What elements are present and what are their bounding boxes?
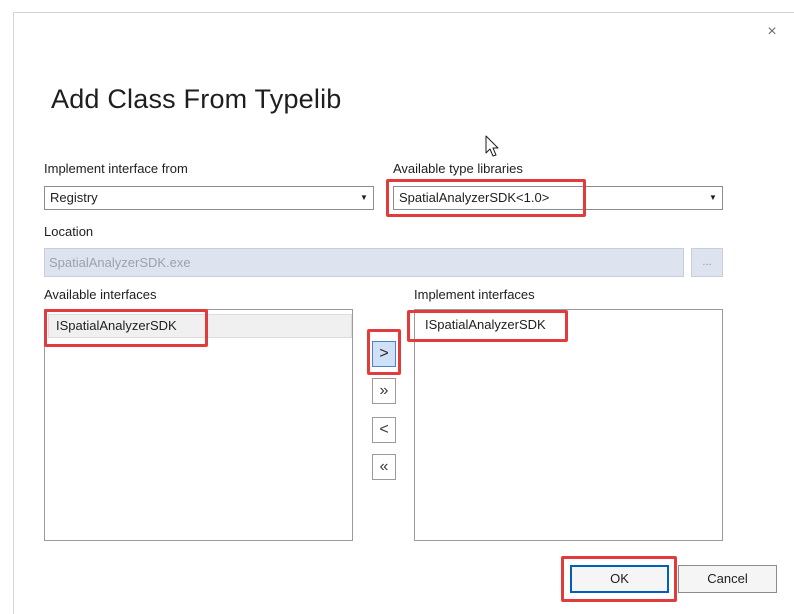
implement-interfaces-label: Implement interfaces (414, 287, 535, 302)
remove-all-button[interactable]: « (372, 454, 396, 480)
implement-from-label: Implement interface from (44, 161, 188, 176)
type-libraries-value: SpatialAnalyzerSDK<1.0> (399, 190, 550, 205)
chevron-down-icon: ▼ (360, 193, 368, 202)
implement-interfaces-list[interactable]: ISpatialAnalyzerSDK (414, 309, 723, 541)
browse-button: ... (691, 248, 723, 277)
cancel-button[interactable]: Cancel (678, 565, 777, 593)
implement-from-value: Registry (50, 190, 98, 205)
chevron-down-icon: ▼ (709, 193, 717, 202)
available-interfaces-label: Available interfaces (44, 287, 157, 302)
add-all-button[interactable]: » (372, 378, 396, 404)
location-label: Location (44, 224, 94, 239)
ok-button[interactable]: OK (570, 565, 669, 593)
type-libraries-label: Available type libraries (393, 161, 523, 176)
mouse-pointer-icon (485, 135, 499, 157)
dialog-title: Add Class From Typelib (51, 84, 342, 114)
location-field: SpatialAnalyzerSDK.exe (44, 248, 684, 277)
add-one-button[interactable]: > (372, 341, 396, 367)
list-item[interactable]: ISpatialAnalyzerSDK (48, 314, 352, 338)
remove-one-button[interactable]: < (372, 417, 396, 443)
implement-from-dropdown[interactable]: Registry ▼ (44, 186, 374, 210)
close-icon[interactable]: × (760, 20, 784, 44)
available-interfaces-list[interactable]: ISpatialAnalyzerSDK (44, 309, 353, 541)
list-item[interactable]: ISpatialAnalyzerSDK (418, 314, 578, 338)
type-libraries-dropdown[interactable]: SpatialAnalyzerSDK<1.0> ▼ (393, 186, 723, 210)
